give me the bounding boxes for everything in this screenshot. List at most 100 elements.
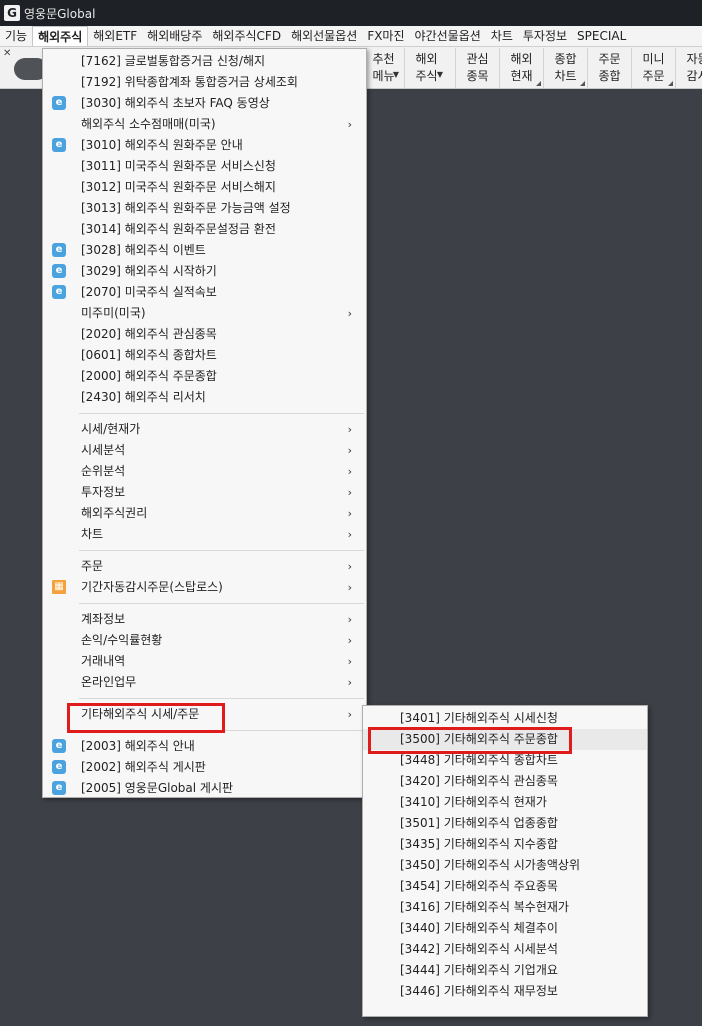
- menu-item-label: 손익/수익률현황: [81, 633, 163, 647]
- menu-item-label: 시세분석: [81, 443, 126, 457]
- submenu-item[interactable]: [3435] 기타해외주식 지수종합: [363, 834, 647, 855]
- submenu-item[interactable]: [3442] 기타해외주식 시세분석: [363, 939, 647, 960]
- submenu-items: [3401] 기타해외주식 시세신청 [3500] 기타해외주식 주문종합 [344…: [363, 708, 647, 1002]
- toolbar-order-combined[interactable]: 주문 종합: [587, 48, 631, 88]
- menu-item[interactable]: 투자정보 ›: [43, 482, 366, 503]
- toolbar-label: 종목: [466, 69, 489, 83]
- toolbar-watchlist[interactable]: 관심 종목: [455, 48, 499, 88]
- toolbar-combined-chart[interactable]: 종합 차트: [543, 48, 587, 88]
- menu-item[interactable]: 해외주식권리 ›: [43, 503, 366, 524]
- menu-item[interactable]: e [2003] 해외주식 안내: [43, 736, 366, 757]
- chevron-right-icon: ›: [347, 634, 352, 647]
- submenu-item[interactable]: [3454] 기타해외주식 주요종목: [363, 876, 647, 897]
- web-link-icon: e: [52, 96, 66, 110]
- submenu-item-label: [3501] 기타해외주식 업종종합: [400, 816, 558, 830]
- menu-item[interactable]: [7192] 위탁종합계좌 통합증거금 상세조회: [43, 72, 366, 93]
- overseas-stock-menu: [7162] 글로벌통합증거금 신청/해지 [7192] 위탁종합계좌 통합증거금…: [42, 48, 367, 798]
- submenu-item-label: [3444] 기타해외주식 기업개요: [400, 963, 558, 977]
- menu-item[interactable]: 계좌정보 ›: [43, 609, 366, 630]
- menu-item-label: 시세/현재가: [81, 422, 141, 436]
- submenu-item[interactable]: [3444] 기타해외주식 기업개요: [363, 960, 647, 981]
- menu-separator: [79, 603, 364, 604]
- submenu-item[interactable]: [3450] 기타해외주식 시가총액상위: [363, 855, 647, 876]
- menu-item-label: 투자정보: [81, 485, 126, 499]
- menu-item[interactable]: 주문 ›: [43, 556, 366, 577]
- menu-item[interactable]: 시세/현재가 ›: [43, 419, 366, 440]
- chevron-right-icon: ›: [347, 655, 352, 668]
- menu-item-label: 해외주식 소수점매매(미국): [81, 117, 216, 131]
- menu-separator: [79, 698, 364, 699]
- menu-item[interactable]: e [3010] 해외주식 원화주문 안내: [43, 135, 366, 156]
- toolbar-overseas-current[interactable]: 해외 현재: [499, 48, 543, 88]
- menu-item[interactable]: 시세분석 ›: [43, 440, 366, 461]
- menu-item[interactable]: e [2070] 미국주식 실적속보: [43, 282, 366, 303]
- menu-item[interactable]: 차트 ›: [43, 524, 366, 545]
- menu-item-label: 차트: [81, 527, 104, 541]
- other-overseas-submenu: [3401] 기타해외주식 시세신청 [3500] 기타해외주식 주문종합 [344…: [362, 705, 648, 1017]
- menu-item[interactable]: [2020] 해외주식 관심종목: [43, 324, 366, 345]
- menu-item[interactable]: ▦ 기간자동감시주문(스탑로스) ›: [43, 577, 366, 598]
- submenu-item[interactable]: [3401] 기타해외주식 시세신청: [363, 708, 647, 729]
- menu-item[interactable]: [3013] 해외주식 원화주문 가능금액 설정: [43, 198, 366, 219]
- menu-item[interactable]: 미주미(미국) ›: [43, 303, 366, 324]
- submenu-item[interactable]: [3410] 기타해외주식 현재가: [363, 792, 647, 813]
- submenu-item-label: [3401] 기타해외주식 시세신청: [400, 711, 558, 725]
- menu-separator: [79, 550, 364, 551]
- menu-item-label: [3011] 미국주식 원화주문 서비스신청: [81, 159, 276, 173]
- chevron-right-icon: ›: [347, 560, 352, 573]
- menu-item[interactable]: e [3030] 해외주식 초보자 FAQ 동영상: [43, 93, 366, 114]
- menu-overseas-futures[interactable]: 해외선물옵션: [286, 26, 362, 46]
- menu-item[interactable]: e [3028] 해외주식 이벤트: [43, 240, 366, 261]
- menu-item[interactable]: e [2002] 해외주식 게시판: [43, 757, 366, 778]
- toolbar-recommend-menu[interactable]: 추천 메뉴 ▼: [362, 48, 404, 88]
- submenu-item-label: [3442] 기타해외주식 시세분석: [400, 942, 558, 956]
- menu-night-futures[interactable]: 야간선물옵션: [410, 26, 486, 46]
- submenu-item[interactable]: [3501] 기타해외주식 업종종합: [363, 813, 647, 834]
- menu-investment-info[interactable]: 투자정보: [518, 26, 572, 46]
- toolbar-mini-order[interactable]: 미니 주문: [631, 48, 675, 88]
- close-icon[interactable]: ✕: [3, 48, 11, 59]
- menu-item[interactable]: 손익/수익률현황 ›: [43, 630, 366, 651]
- menu-item[interactable]: 해외주식 소수점매매(미국) ›: [43, 114, 366, 135]
- toolbar-label: 주문: [598, 52, 621, 66]
- menu-function[interactable]: 기능: [0, 26, 32, 46]
- menu-item[interactable]: e [3029] 해외주식 시작하기: [43, 261, 366, 282]
- menu-overseas-dividend[interactable]: 해외배당주: [142, 26, 207, 46]
- menu-item[interactable]: [3011] 미국주식 원화주문 서비스신청: [43, 156, 366, 177]
- menu-group-market: 시세/현재가 › 시세분석 › 순위분석 › 투자정보 › 해외주식권리 › 차트 ›: [43, 419, 366, 545]
- menu-fx-margin[interactable]: FX마진: [362, 26, 409, 46]
- menu-chart[interactable]: 차트: [486, 26, 518, 46]
- menu-item-label: [2020] 해외주식 관심종목: [81, 327, 217, 341]
- menu-item[interactable]: 순위분석 ›: [43, 461, 366, 482]
- menu-special[interactable]: SPECIAL: [572, 26, 631, 46]
- menu-item[interactable]: [2000] 해외주식 주문종합: [43, 366, 366, 387]
- toolbar-label: 미니: [642, 52, 665, 66]
- menu-item[interactable]: [7162] 글로벌통합증거금 신청/해지: [43, 51, 366, 72]
- menu-item[interactable]: [0601] 해외주식 종합차트: [43, 345, 366, 366]
- dropdown-arrow-icon: ▼: [392, 70, 399, 79]
- menu-item[interactable]: [3014] 해외주식 원화주문설정금 환전: [43, 219, 366, 240]
- submenu-item[interactable]: [3446] 기타해외주식 재무정보: [363, 981, 647, 1002]
- submenu-item[interactable]: [3440] 기타해외주식 체결추이: [363, 918, 647, 939]
- submenu-item-label: [3416] 기타해외주식 복수현재가: [400, 900, 569, 914]
- menu-item-label: 거래내역: [81, 654, 126, 668]
- submenu-item[interactable]: [3448] 기타해외주식 종합차트: [363, 750, 647, 771]
- menu-item[interactable]: [3012] 미국주식 원화주문 서비스해지: [43, 177, 366, 198]
- submenu-item[interactable]: [3420] 기타해외주식 관심종목: [363, 771, 647, 792]
- menu-overseas-stock[interactable]: 해외주식: [32, 26, 89, 46]
- menu-item[interactable]: e [2005] 영웅문Global 게시판: [43, 778, 366, 799]
- menu-item-label: [2000] 해외주식 주문종합: [81, 369, 217, 383]
- menu-overseas-etf[interactable]: 해외ETF: [88, 26, 142, 46]
- web-link-icon: e: [52, 760, 66, 774]
- menu-overseas-cfd[interactable]: 해외주식CFD: [207, 26, 286, 46]
- toolbar-auto-watch[interactable]: 자동 감시: [675, 48, 702, 88]
- chevron-right-icon: ›: [347, 307, 352, 320]
- menu-item[interactable]: 온라인업무 ›: [43, 672, 366, 693]
- submenu-item[interactable]: [3500] 기타해외주식 주문종합: [363, 729, 647, 750]
- menu-item-label: 미주미(미국): [81, 306, 146, 320]
- submenu-item[interactable]: [3416] 기타해외주식 복수현재가: [363, 897, 647, 918]
- menu-item[interactable]: [2430] 해외주식 리서치: [43, 387, 366, 408]
- menu-item[interactable]: 거래내역 ›: [43, 651, 366, 672]
- menu-item[interactable]: 기타해외주식 시세/주문 ›: [43, 704, 366, 725]
- toolbar-overseas-stock[interactable]: 해외 주식 ▼: [404, 48, 448, 88]
